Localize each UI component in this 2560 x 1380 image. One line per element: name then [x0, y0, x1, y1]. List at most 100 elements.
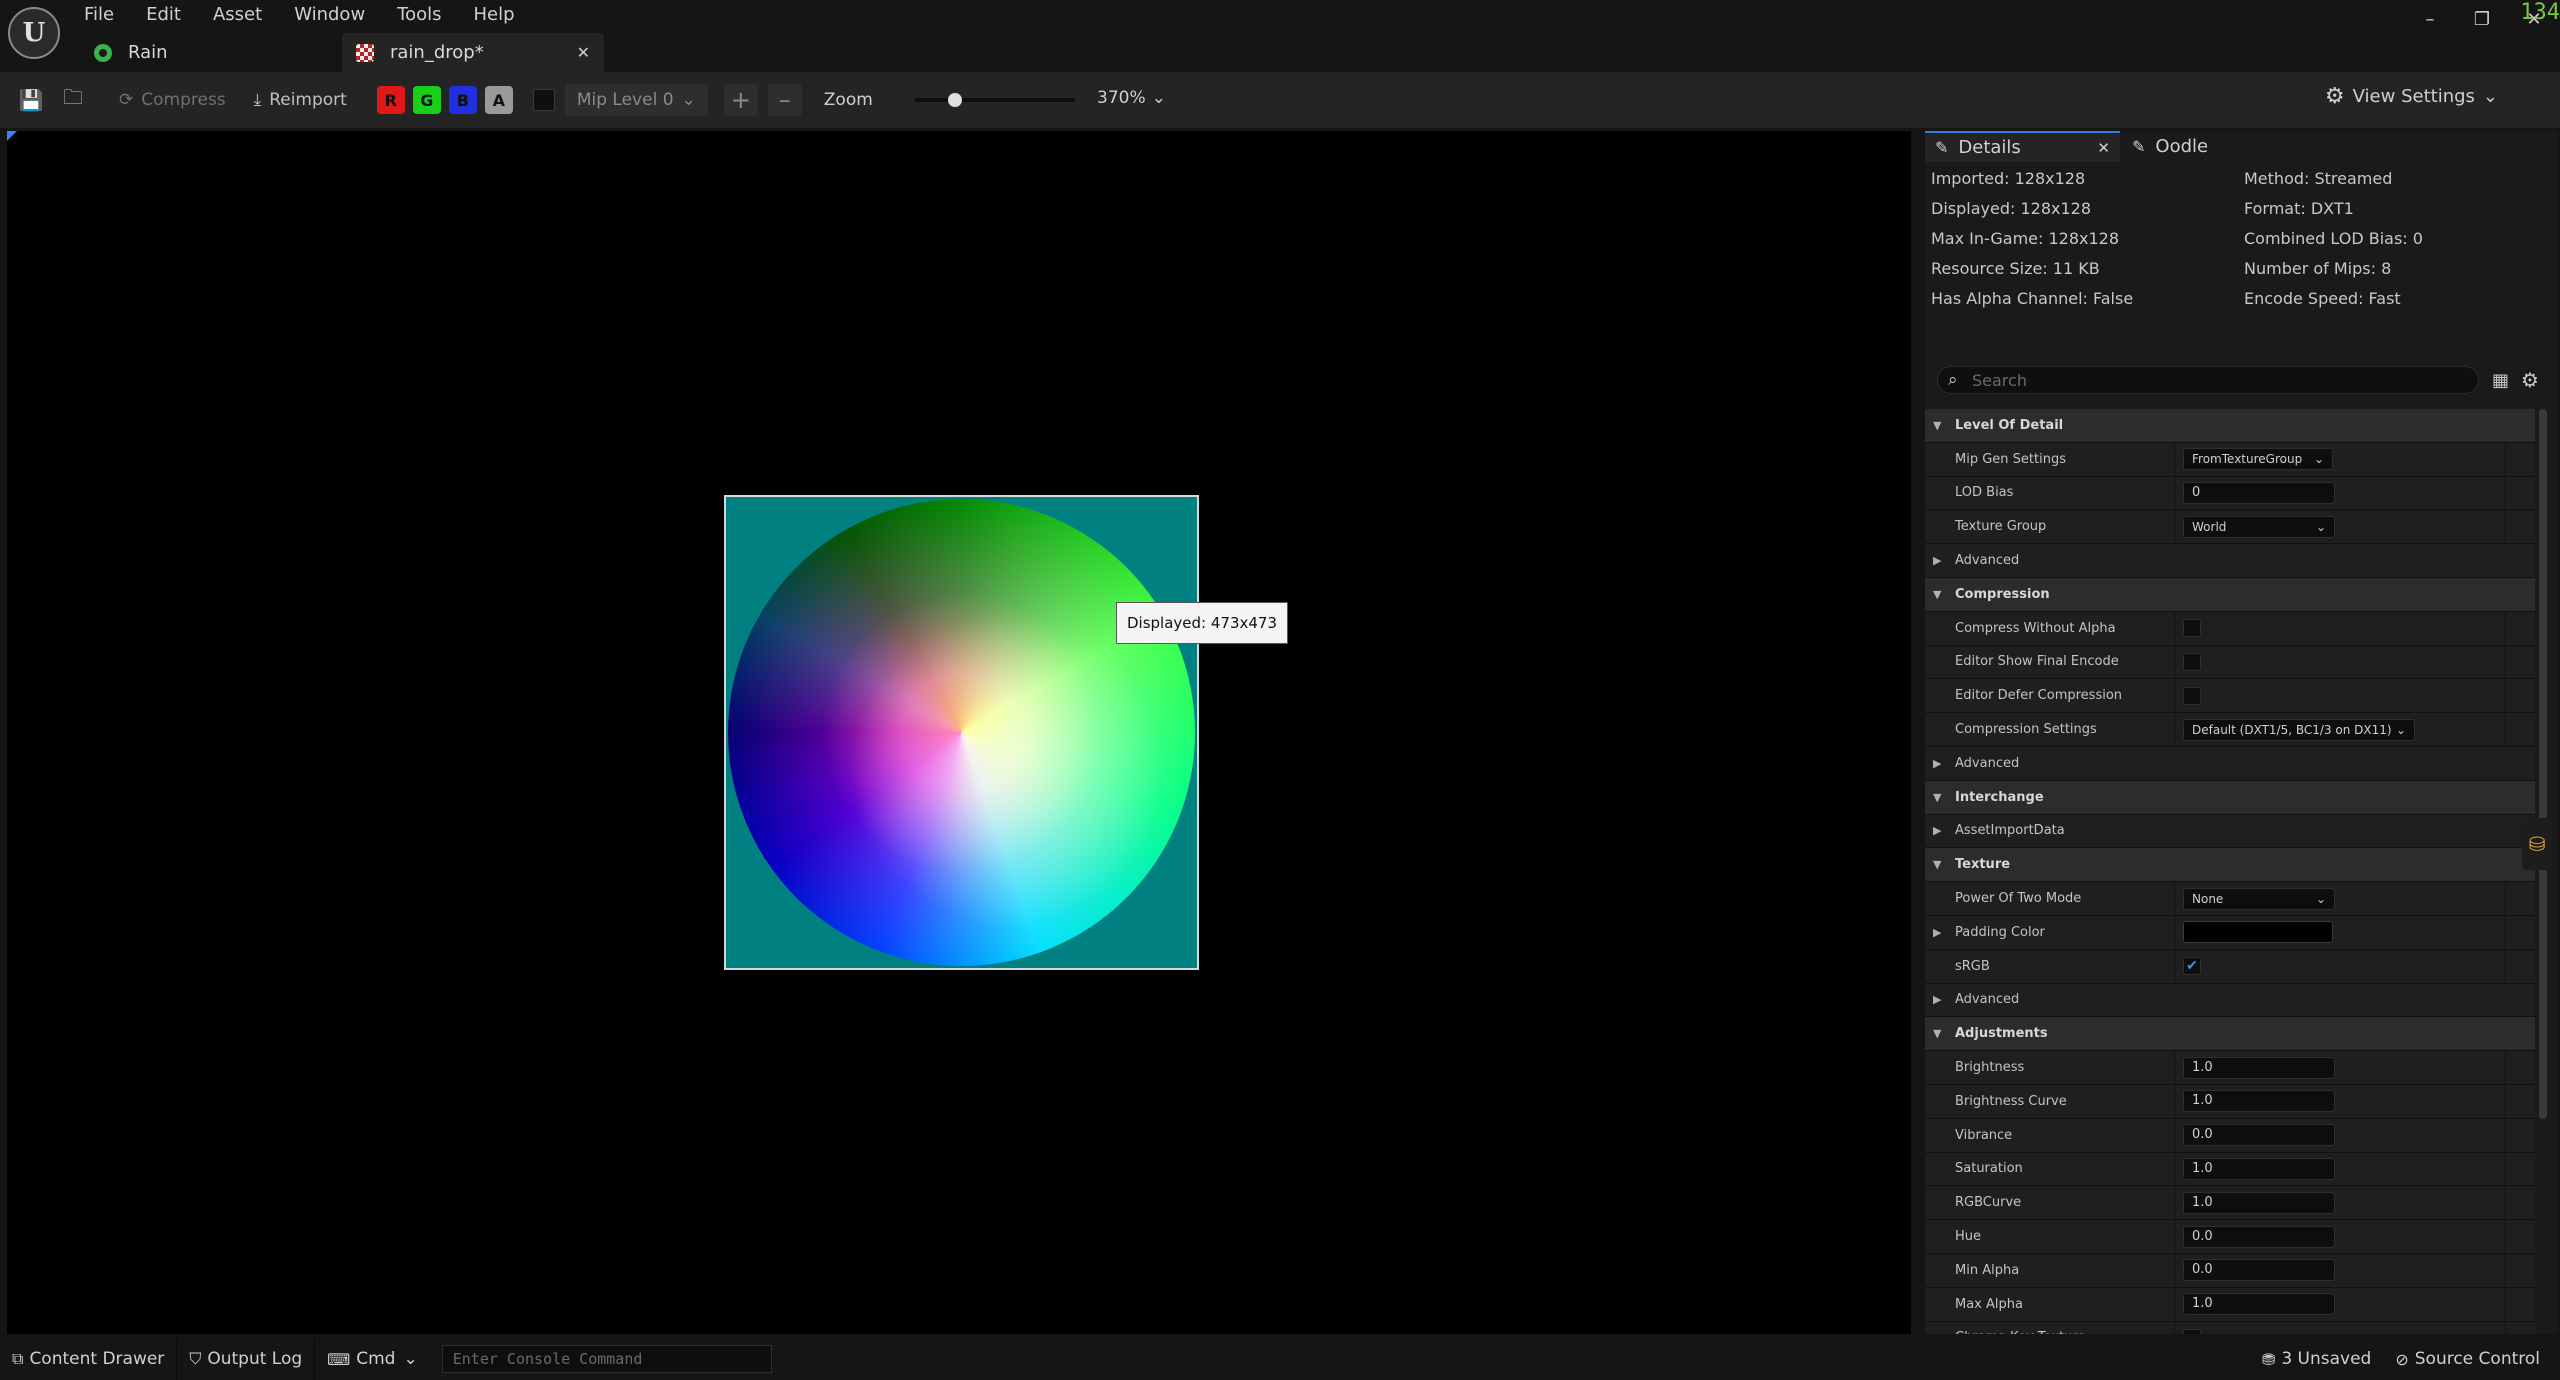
browse-asset-icon[interactable]: 🗀: [59, 85, 87, 114]
gear-icon[interactable]: ⚙: [2521, 368, 2539, 392]
info-row: Max In-Game: 128x128 Combined LOD Bias: 0: [1931, 229, 2551, 259]
max-alpha-field[interactable]: 1.0: [2183, 1293, 2335, 1316]
tab-rain-drop[interactable]: rain_drop* ✕: [342, 33, 604, 72]
property-label: sRGB: [1955, 958, 1990, 974]
chevron-down-icon: ⌄: [681, 90, 696, 110]
chevron-down-icon: ⌄: [1151, 88, 1166, 108]
menu-asset[interactable]: Asset: [213, 3, 276, 27]
menu-help[interactable]: Help: [474, 3, 529, 27]
tab-oodle[interactable]: ✎ Oodle: [2120, 131, 2218, 162]
source-control-button[interactable]: ⊘ Source Control: [2383, 1338, 2552, 1380]
brightness-field[interactable]: 1.0: [2183, 1056, 2335, 1079]
collapsed-arrow-icon[interactable]: ▶: [1933, 824, 1941, 837]
channel-r-button[interactable]: R: [376, 86, 405, 114]
tab-details[interactable]: ✎ Details ✕: [1925, 131, 2120, 162]
content-drawer-button[interactable]: ⧉ Content Drawer: [0, 1338, 178, 1380]
channel-a-button[interactable]: A: [484, 86, 513, 114]
output-log-button[interactable]: ⛉ Output Log: [177, 1338, 316, 1380]
texture-group-dropdown[interactable]: World ⌄: [2183, 515, 2335, 538]
rgbcurve-field[interactable]: 1.0: [2183, 1191, 2335, 1214]
collapsed-arrow-icon[interactable]: ▶: [1933, 554, 1941, 567]
info-method: Method: Streamed: [2244, 169, 2393, 188]
info-lod-bias: Combined LOD Bias: 0: [2244, 229, 2423, 248]
brightness-curve-field[interactable]: 1.0: [2183, 1090, 2335, 1113]
collapsed-arrow-icon[interactable]: ▶: [1933, 993, 1941, 1006]
mip-increase-button[interactable]: +: [723, 84, 758, 116]
details-scrollbar[interactable]: [2539, 409, 2547, 1119]
side-panel-grip-icon[interactable]: ⛁: [2522, 818, 2552, 870]
lod-bias-field[interactable]: 0: [2183, 481, 2335, 504]
property-label: Min Alpha: [1955, 1262, 2020, 1278]
minimize-button[interactable]: –: [2404, 0, 2456, 40]
channel-g-button[interactable]: G: [412, 86, 441, 114]
category-interchange[interactable]: ▼ Interchange: [1925, 780, 2535, 815]
expanded-arrow-icon[interactable]: ▼: [1933, 588, 1941, 601]
property-value: [2183, 921, 2333, 944]
editor-show-final-encode-checkbox[interactable]: [2183, 652, 2201, 671]
zoom-slider[interactable]: [915, 93, 1075, 107]
compress-without-alpha-checkbox[interactable]: [2183, 619, 2201, 638]
compression-settings-dropdown[interactable]: Default (DXT1/5, BC1/3 on DX11) ⌄: [2183, 718, 2415, 741]
view-settings-button[interactable]: ⚙ View Settings ⌄: [2325, 84, 2498, 109]
expanded-arrow-icon[interactable]: ▼: [1933, 1027, 1941, 1040]
expanded-arrow-icon[interactable]: ▼: [1933, 419, 1941, 432]
reimport-button[interactable]: ⤓ Reimport: [246, 83, 355, 117]
menu-edit[interactable]: Edit: [146, 3, 195, 27]
column-divider: [2505, 1186, 2506, 1220]
zoom-dropdown[interactable]: 370% ⌄: [1097, 88, 1166, 108]
min-alpha-field[interactable]: 0.0: [2183, 1259, 2335, 1282]
menu-window[interactable]: Window: [294, 3, 379, 27]
channel-b-button[interactable]: B: [448, 86, 477, 114]
padding-color-swatch[interactable]: [2183, 921, 2333, 944]
category-texture[interactable]: ▼ Texture: [1925, 848, 2535, 883]
category-adjustments[interactable]: ▼ Adjustments: [1925, 1017, 2535, 1052]
expanded-arrow-icon[interactable]: ▼: [1933, 791, 1941, 804]
menu-tools[interactable]: Tools: [397, 3, 455, 27]
column-divider: [2174, 510, 2175, 544]
expanded-arrow-icon[interactable]: ▼: [1933, 858, 1941, 871]
property-row-advanced[interactable]: ▶ Advanced: [1925, 746, 2535, 781]
property-row-brightness: Brightness 1.0: [1925, 1051, 2535, 1085]
mip-decrease-button[interactable]: –: [767, 84, 802, 116]
menu-bar: File Edit Asset Window Tools Help: [84, 3, 547, 27]
collapsed-arrow-icon[interactable]: ▶: [1933, 757, 1941, 770]
chroma-key-texture-checkbox[interactable]: [2183, 1328, 2201, 1334]
property-row-assetimportdata[interactable]: ▶ AssetImportData: [1925, 814, 2535, 849]
cmd-dropdown[interactable]: ⌨ Cmd ⌄: [315, 1338, 430, 1380]
collapsed-arrow-icon[interactable]: ▶: [1933, 926, 1941, 939]
search-input[interactable]: [1972, 369, 2472, 391]
panel-splitter[interactable]: [1911, 128, 1925, 1338]
save-icon[interactable]: 💾: [17, 86, 45, 114]
column-divider: [2505, 476, 2506, 510]
category-compression[interactable]: ▼ Compression: [1925, 577, 2535, 612]
property-row-chroma-key-texture: Chroma Key Texture: [1925, 1321, 2535, 1334]
info-row: Displayed: 128x128 Format: DXT1: [1931, 199, 2551, 229]
vibrance-field[interactable]: 0.0: [2183, 1124, 2335, 1147]
property-label: Mip Gen Settings: [1955, 451, 2066, 467]
saturation-field[interactable]: 1.0: [2183, 1157, 2335, 1180]
unsaved-button[interactable]: ⛃ 3 Unsaved: [2250, 1338, 2383, 1380]
texture-viewport[interactable]: Displayed: 473x473: [7, 131, 1911, 1334]
title-bar: U File Edit Asset Window Tools Help Rain…: [0, 0, 2560, 72]
editor-defer-compression-checkbox[interactable]: [2183, 686, 2201, 705]
srgb-checkbox[interactable]: ✔: [2183, 957, 2201, 976]
mip-gen-settings-dropdown[interactable]: FromTextureGroup ⌄: [2183, 448, 2333, 471]
mip-checkbox[interactable]: [532, 89, 555, 111]
compress-button[interactable]: ⟳ Compress: [111, 83, 234, 117]
close-icon[interactable]: ✕: [2097, 139, 2110, 157]
tab-rain[interactable]: Rain: [80, 33, 342, 72]
unreal-logo-icon[interactable]: U: [8, 7, 60, 59]
close-icon[interactable]: ✕: [577, 43, 590, 62]
category-level-of-detail[interactable]: ▼ Level Of Detail: [1925, 409, 2535, 443]
menu-file[interactable]: File: [84, 3, 128, 27]
console-command-input[interactable]: Enter Console Command: [441, 1345, 772, 1373]
table-view-icon[interactable]: ▦: [2492, 370, 2509, 391]
property-row-advanced[interactable]: ▶ Advanced: [1925, 983, 2535, 1018]
power-of-two-mode-dropdown[interactable]: None ⌄: [2183, 887, 2335, 910]
zoom-slider-handle[interactable]: [948, 93, 962, 107]
mip-level-dropdown[interactable]: Mip Level 0 ⌄: [564, 84, 708, 116]
restore-button[interactable]: ❐: [2456, 0, 2508, 40]
search-icon: ⌕: [1948, 370, 1958, 390]
property-row-advanced[interactable]: ▶ Advanced: [1925, 544, 2535, 578]
hue-field[interactable]: 0.0: [2183, 1225, 2335, 1248]
